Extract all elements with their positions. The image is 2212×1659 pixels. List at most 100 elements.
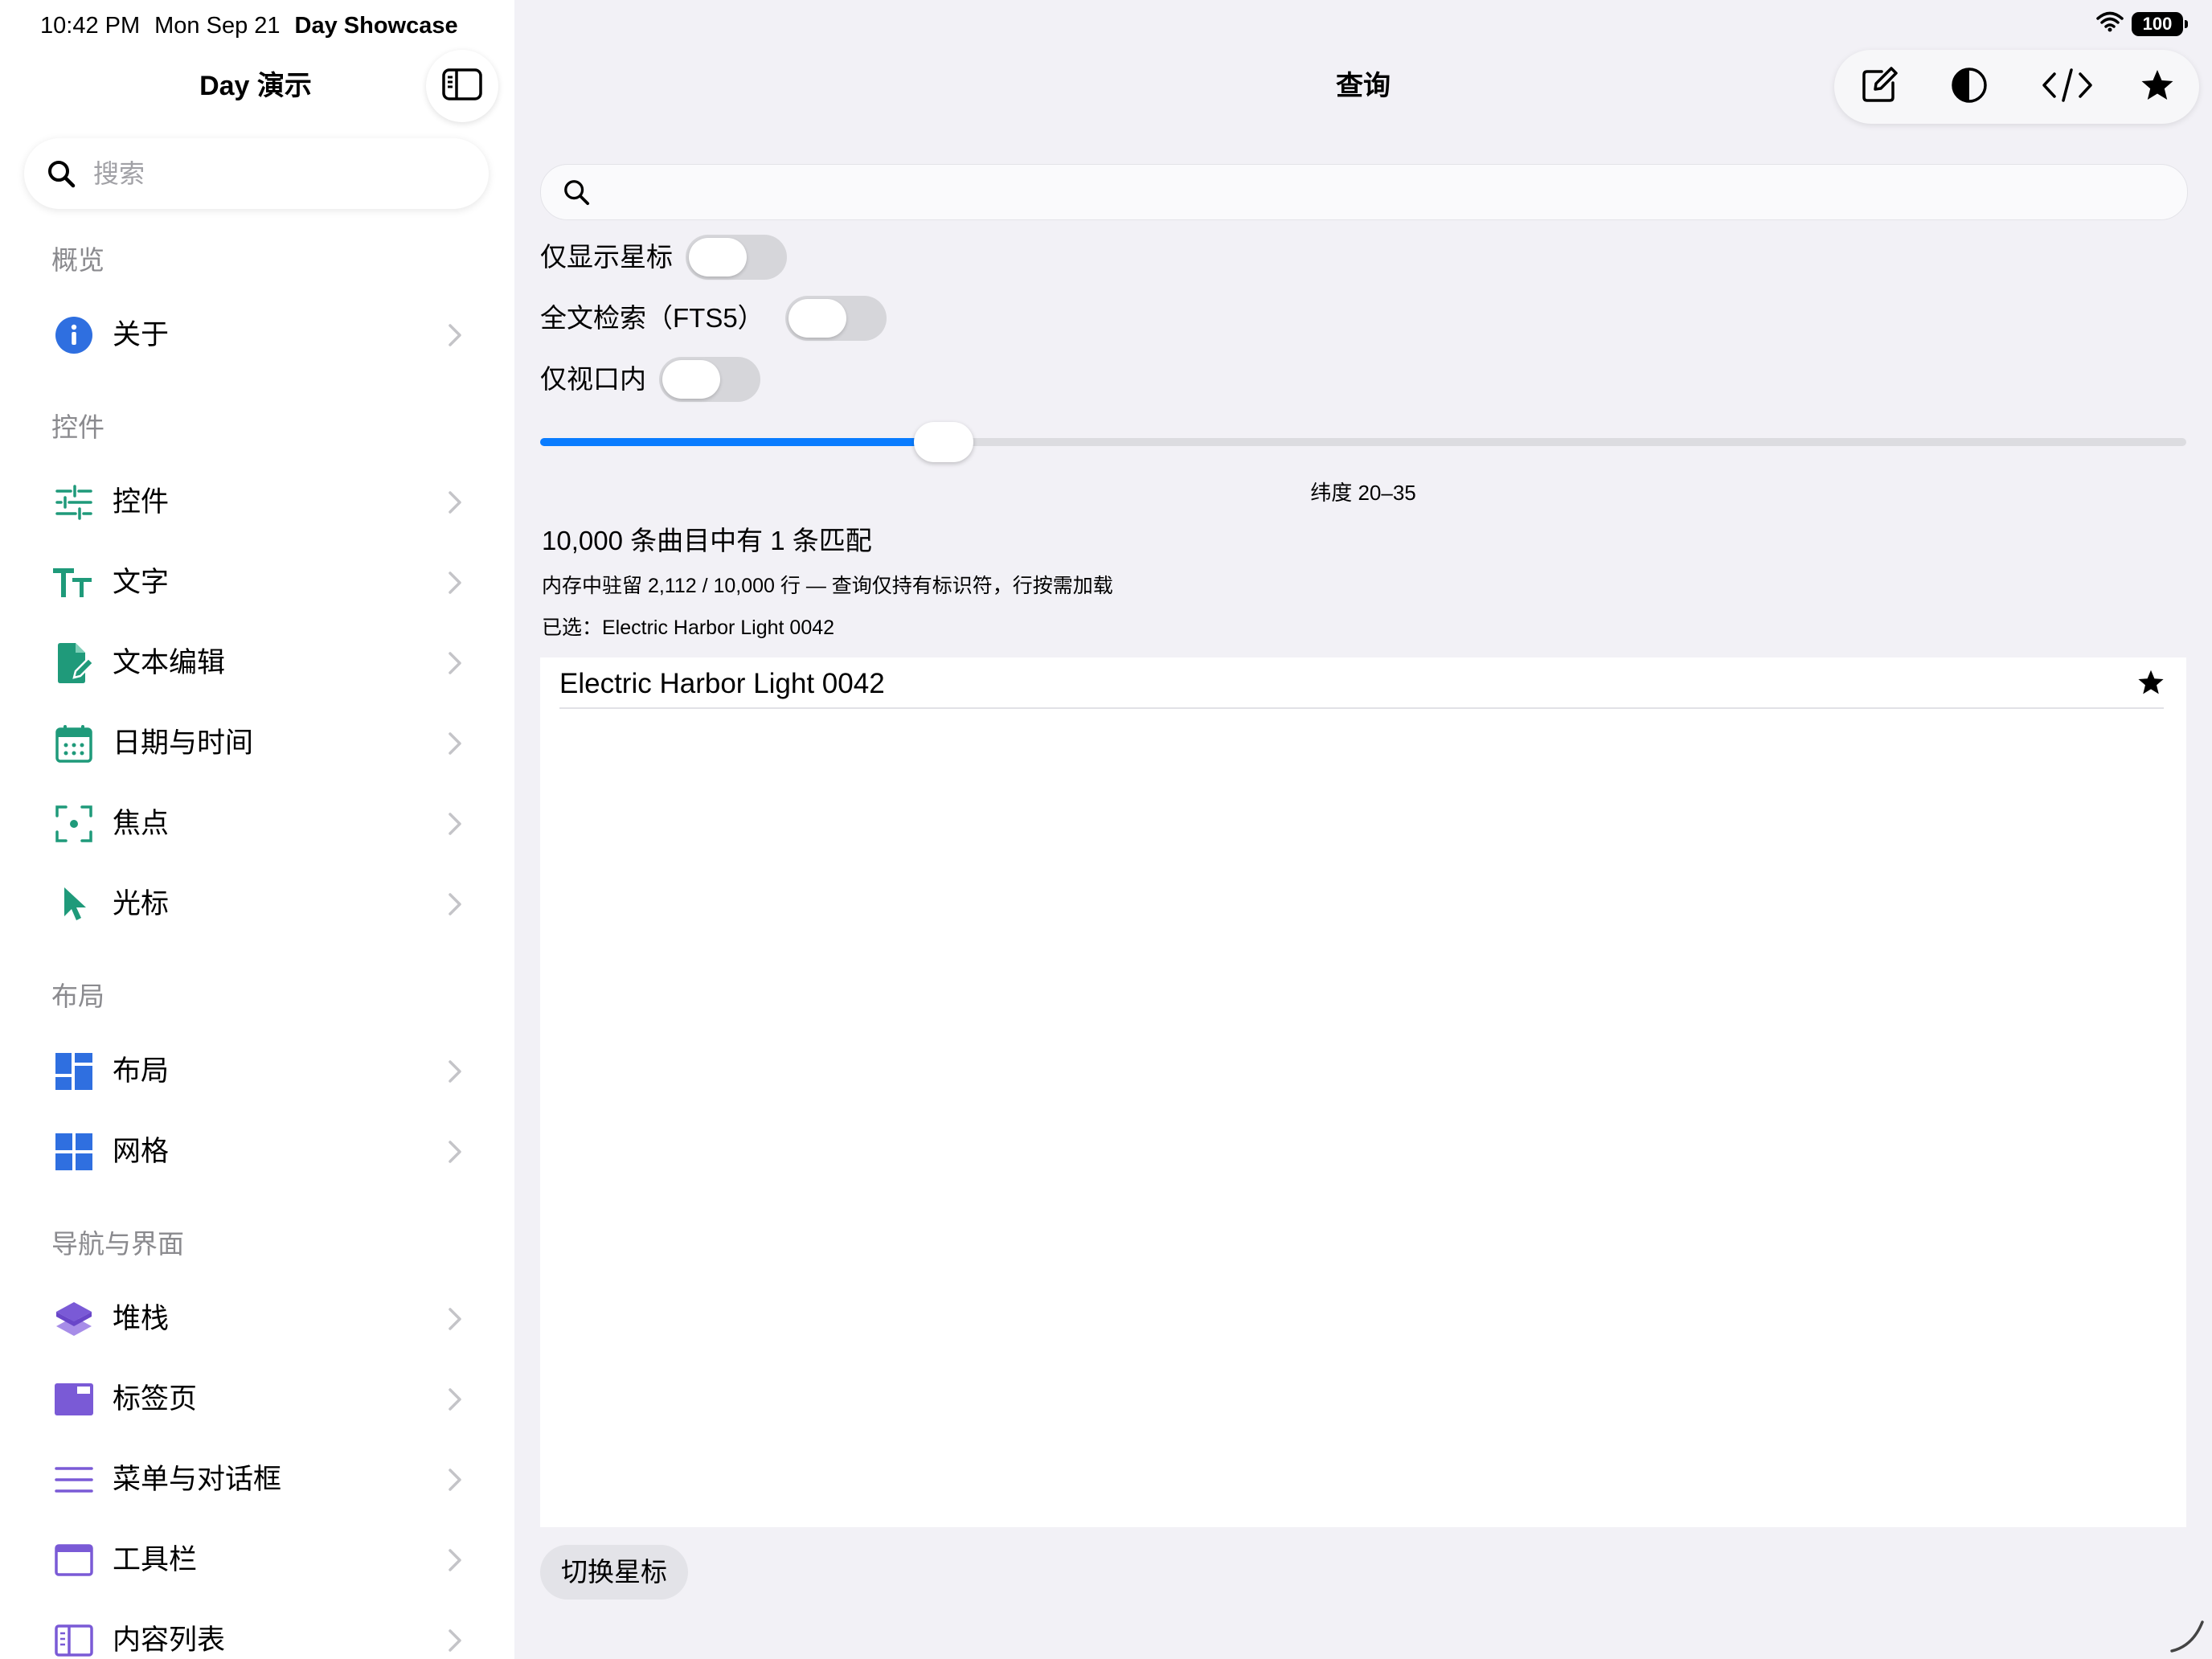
list-item[interactable]: Electric Harbor Light 0042 xyxy=(559,657,2164,709)
sidebar-item-label: 标签页 xyxy=(113,1383,198,1415)
chevron-right-icon xyxy=(445,890,465,919)
chevron-right-icon xyxy=(445,488,465,517)
favorite-button[interactable] xyxy=(2133,63,2181,111)
full-text-search-switch[interactable] xyxy=(784,296,887,341)
toggle-label: 仅视口内 xyxy=(540,364,646,394)
sidebar-item-grid[interactable]: 网格 xyxy=(24,1116,489,1188)
switch-knob xyxy=(662,360,720,399)
sidebar-item-layout[interactable]: 布局 xyxy=(24,1035,489,1108)
sidebar-item-label: 工具栏 xyxy=(113,1544,198,1575)
switch-knob xyxy=(788,299,846,338)
sidebar-item-focus[interactable]: 焦点 xyxy=(24,788,489,860)
chevron-right-icon xyxy=(445,1385,465,1414)
viewport-only-switch[interactable] xyxy=(659,357,760,402)
main-content: 100 查询 仅显示星标 全文检索（FTS5） 仅视口内 纬度 20–35 10… xyxy=(514,0,2212,1659)
query-search-field[interactable] xyxy=(540,164,2188,220)
sidebar-item-label: 文字 xyxy=(113,567,170,598)
sidebar-toggle-icon xyxy=(442,68,482,104)
sidebar-item-date-time[interactable]: 日期与时间 xyxy=(24,707,489,780)
sidebar-toggle-button[interactable] xyxy=(426,50,498,122)
status-bar-right: 100 xyxy=(2096,11,2188,36)
search-icon xyxy=(45,158,77,190)
chevron-right-icon xyxy=(445,729,465,758)
section-header-layout: 布局 xyxy=(51,981,104,1011)
query-search-input[interactable] xyxy=(602,176,2165,208)
compose-icon xyxy=(1861,66,1898,108)
latitude-slider[interactable] xyxy=(540,418,2186,466)
appearance-toggle-button[interactable] xyxy=(1945,63,1993,111)
section-header-overview: 概览 xyxy=(51,245,104,275)
sidebar-item-content-list[interactable]: 内容列表 xyxy=(24,1604,489,1659)
chevron-right-icon xyxy=(445,1057,465,1086)
sidebar-item-menus-dialogs[interactable]: 菜单与对话框 xyxy=(24,1444,489,1516)
chevron-right-icon xyxy=(445,568,465,597)
results-list: Electric Harbor Light 0042 xyxy=(540,657,2186,1527)
chevron-right-icon xyxy=(445,1305,465,1333)
switch-knob xyxy=(689,238,747,276)
sidebar-item-text-editing[interactable]: 文本编辑 xyxy=(24,627,489,699)
battery-indicator: 100 xyxy=(2132,11,2188,36)
match-summary: 10,000 条曲目中有 1 条匹配 xyxy=(542,526,872,555)
sidebar-item-tabs[interactable]: 标签页 xyxy=(24,1363,489,1436)
status-date: Mon Sep 21 xyxy=(154,13,281,39)
toggle-star-button[interactable]: 切换星标 xyxy=(540,1545,688,1600)
compose-button[interactable] xyxy=(1855,63,1903,111)
stack-icon xyxy=(53,1298,95,1340)
sidebar-item-stack[interactable]: 堆栈 xyxy=(24,1283,489,1355)
sidebar-item-toolbar[interactable]: 工具栏 xyxy=(24,1524,489,1596)
top-toolbar xyxy=(1834,50,2199,124)
chevron-right-icon xyxy=(445,649,465,678)
toggle-row-full-text-search: 全文检索（FTS5） xyxy=(540,294,887,342)
window-resize-handle-icon[interactable] xyxy=(2169,1617,2206,1654)
toolbar-icon xyxy=(53,1539,95,1581)
toggle-row-viewport-only: 仅视口内 xyxy=(540,355,760,403)
chevron-right-icon xyxy=(445,1465,465,1494)
content-list-icon xyxy=(53,1620,95,1659)
toggle-label: 仅显示星标 xyxy=(540,242,673,272)
calendar-icon xyxy=(53,723,95,764)
toggle-label: 全文检索（FTS5） xyxy=(540,303,764,333)
info-icon xyxy=(53,314,95,356)
selected-info: 已选：Electric Harbor Light 0042 xyxy=(542,616,835,639)
cursor-icon xyxy=(53,883,95,925)
sidebar-item-controls[interactable]: 控件 xyxy=(24,466,489,539)
layout-icon xyxy=(53,1051,95,1092)
slider-caption: 纬度 20–35 xyxy=(1310,481,1416,505)
code-icon xyxy=(2042,68,2093,107)
document-edit-icon xyxy=(53,642,95,684)
starred-only-switch[interactable] xyxy=(686,235,787,280)
chevron-right-icon xyxy=(445,1546,465,1575)
sidebar-search-input[interactable] xyxy=(92,158,465,190)
slider-fill xyxy=(540,438,944,446)
grid-icon xyxy=(53,1131,95,1173)
sidebar-item-cursor[interactable]: 光标 xyxy=(24,868,489,940)
tabs-icon xyxy=(53,1378,95,1420)
toggle-row-starred-only: 仅显示星标 xyxy=(540,233,787,281)
sidebar-item-label: 关于 xyxy=(113,319,170,350)
sidebar: 10:42 PMMon Sep 21Day Showcase Day 演示 概览… xyxy=(0,0,514,1659)
sidebar-item-about[interactable]: 关于 xyxy=(24,299,489,371)
sidebar-item-label: 光标 xyxy=(113,888,170,920)
section-header-controls: 控件 xyxy=(51,412,104,442)
slider-thumb[interactable] xyxy=(913,422,973,462)
sidebar-item-text[interactable]: 文字 xyxy=(24,547,489,619)
search-icon xyxy=(562,178,591,207)
section-header-navigation: 导航与界面 xyxy=(51,1229,184,1259)
chevron-right-icon xyxy=(445,809,465,838)
sidebar-item-label: 布局 xyxy=(113,1055,170,1087)
focus-icon xyxy=(53,803,95,845)
status-time: 10:42 PM xyxy=(40,13,141,39)
menu-icon xyxy=(53,1459,95,1501)
star-icon[interactable] xyxy=(2135,666,2167,698)
text-size-icon xyxy=(53,562,95,604)
sidebar-item-label: 焦点 xyxy=(113,808,170,839)
code-button[interactable] xyxy=(2038,63,2096,111)
sidebar-item-label: 堆栈 xyxy=(113,1303,170,1334)
result-title: Electric Harbor Light 0042 xyxy=(559,668,885,699)
sidebar-search-field[interactable] xyxy=(24,138,489,209)
sliders-icon xyxy=(53,481,95,523)
chevron-right-icon xyxy=(445,1137,465,1166)
sidebar-item-label: 网格 xyxy=(113,1136,170,1167)
memory-info: 内存中驻留 2,112 / 10,000 行 — 查询仅持有标识符，行按需加载 xyxy=(542,575,1113,597)
contrast-icon xyxy=(1951,67,1988,108)
